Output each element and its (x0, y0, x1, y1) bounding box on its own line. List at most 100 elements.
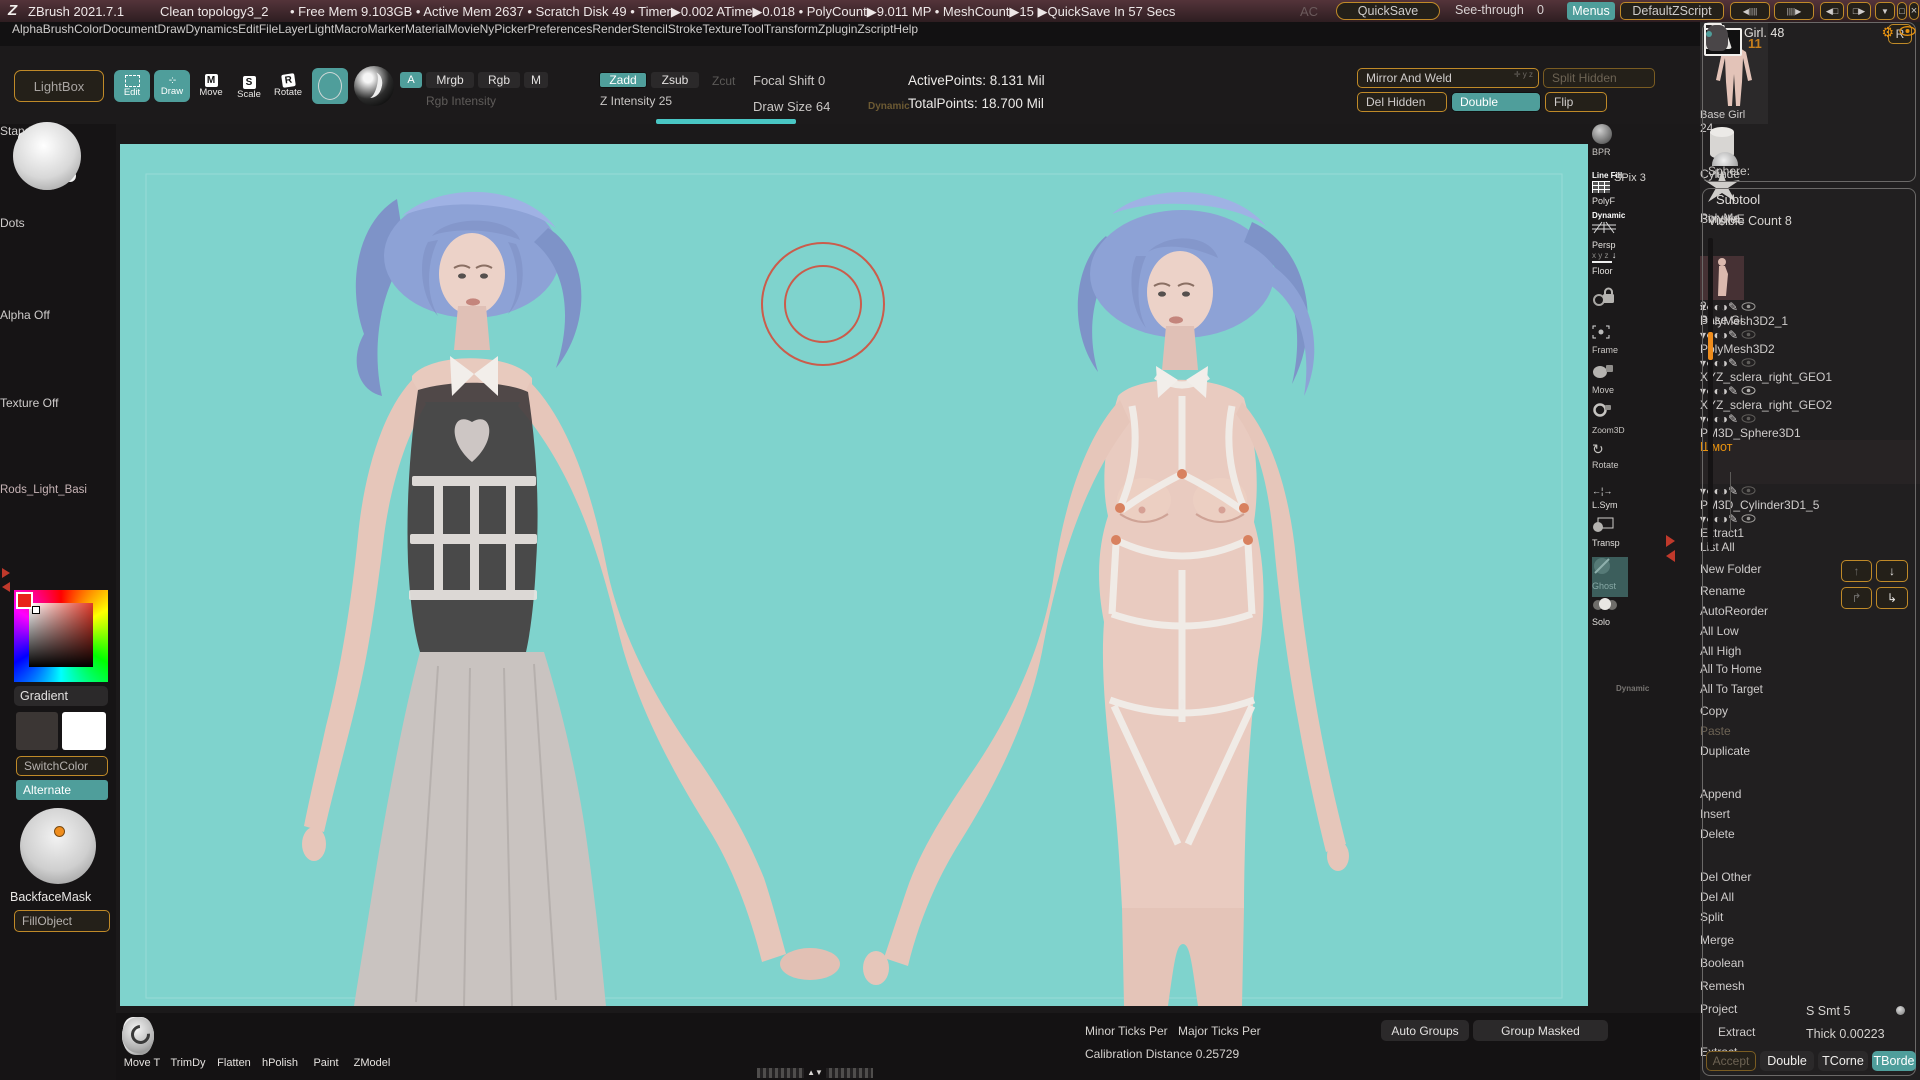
main-color-swatch[interactable] (16, 712, 58, 750)
camera-lock-button[interactable] (1592, 285, 1628, 325)
menu-ny[interactable]: Ny (480, 22, 495, 36)
focal-shift-slider[interactable] (748, 91, 948, 92)
z-intensity-slider[interactable] (594, 110, 720, 111)
solo-button[interactable]: Solo (1592, 597, 1628, 633)
material-thumbnail[interactable]: Rods_Light_Basi (0, 484, 94, 568)
zoom3d-button[interactable]: Zoom3D (1592, 403, 1628, 443)
menu-movie[interactable]: Movie (448, 22, 480, 36)
right-canvas-scrollbar-lower[interactable] (1668, 564, 1676, 614)
minor-ticks-slider[interactable] (1085, 1041, 1167, 1042)
mrgb-button[interactable]: Mrgb (426, 72, 474, 88)
lightbox-button[interactable]: LightBox (14, 70, 104, 102)
s-smt-dot-button[interactable] (1896, 1006, 1905, 1015)
restore-button[interactable]: □ (1897, 2, 1907, 20)
frame-button[interactable]: Frame (1592, 325, 1628, 363)
menu-light[interactable]: Light (308, 22, 334, 36)
menu-tool[interactable]: Tool (742, 22, 764, 36)
extract-double-button[interactable]: Double (1760, 1051, 1814, 1071)
menu-marker[interactable]: Marker (368, 22, 405, 36)
tcorner-button[interactable]: TCorne (1818, 1051, 1868, 1071)
visible-count-slider[interactable] (1706, 232, 1898, 234)
divider-left-icon[interactable]: ◀|||| (1730, 2, 1770, 20)
rotate-nav-button[interactable]: ↻ Rotate (1592, 443, 1628, 483)
major-ticks-slider[interactable] (1178, 1041, 1260, 1042)
rgb-intensity-slider[interactable] (420, 110, 550, 111)
menu-color[interactable]: Color (74, 22, 103, 36)
menu-document[interactable]: Document (103, 22, 158, 36)
menu-edit[interactable]: Edit (238, 22, 259, 36)
right-canvas-scrollbar[interactable] (1668, 485, 1676, 531)
move-up-hierarchy-button[interactable]: ↱ (1841, 587, 1872, 609)
del-hidden-button[interactable]: Del Hidden (1357, 92, 1447, 112)
move-into-folder-button[interactable]: ↳ (1876, 587, 1908, 609)
rgb-button[interactable]: Rgb (478, 72, 520, 88)
light-placement-sphere[interactable] (20, 808, 96, 884)
menu-help[interactable]: Help (893, 22, 918, 36)
group-masked-button[interactable]: Group Masked (1473, 1020, 1608, 1041)
menu-macro[interactable]: Macro (334, 22, 367, 36)
menu-draw[interactable]: Draw (157, 22, 185, 36)
calibration-slider[interactable] (1085, 1064, 1263, 1065)
move-nav-button[interactable]: Move (1592, 363, 1628, 403)
close-button[interactable]: × (1909, 2, 1919, 20)
spix-slider[interactable] (1616, 188, 1656, 189)
menu-zscript[interactable]: Zscript (857, 22, 893, 36)
switch-color-button[interactable]: SwitchColor (16, 756, 108, 776)
document-canvas[interactable] (120, 144, 1588, 1006)
ghost-button[interactable]: Ghost (1592, 557, 1628, 597)
fill-object-button[interactable]: FillObject (14, 910, 110, 932)
quicksave-button[interactable]: QuickSave (1336, 2, 1440, 20)
right-scroll-arrow-right[interactable] (1666, 535, 1675, 547)
menu-brush[interactable]: Brush (43, 22, 74, 36)
stroke-selector[interactable] (312, 68, 348, 104)
rotate-button[interactable]: R Rotate (270, 70, 306, 102)
folder-gear-icon[interactable]: ⚙ (1881, 24, 1894, 41)
menu-material[interactable]: Material (405, 22, 448, 36)
texture-thumbnail[interactable]: Texture Off (0, 396, 94, 484)
menu-zplugin[interactable]: Zplugin (818, 22, 857, 36)
split-hidden-button[interactable]: Split Hidden (1543, 68, 1655, 88)
divider-right-icon[interactable]: ||||▶ (1774, 2, 1814, 20)
local-symmetry-button[interactable]: ←¦→ L.Sym (1592, 483, 1628, 517)
menu-dynamics[interactable]: Dynamics (185, 22, 238, 36)
s-smt-slider[interactable] (1804, 1021, 1906, 1022)
menu-layer[interactable]: Layer (278, 22, 308, 36)
default-zscript-button[interactable]: DefaultZScript (1620, 2, 1724, 20)
material-selector[interactable] (354, 66, 394, 106)
transp-button[interactable]: Transp (1592, 517, 1628, 557)
menu-alpha[interactable]: Alpha (12, 22, 43, 36)
menu-stencil[interactable]: Stencil (632, 22, 668, 36)
thick-slider[interactable] (1804, 1043, 1906, 1044)
draw-button[interactable]: -:- Draw (154, 70, 190, 102)
scale-button[interactable]: S Scale (232, 72, 266, 104)
double-button[interactable]: Double (1451, 92, 1541, 112)
menu-render[interactable]: Render (592, 22, 631, 36)
see-through-slider[interactable] (1450, 20, 1562, 21)
left-scroll-arrow-right[interactable] (2, 568, 10, 578)
secondary-color-swatch[interactable] (62, 712, 106, 750)
subtool-up-button[interactable]: ↑ (1841, 560, 1872, 582)
tborder-button[interactable]: TBorde (1872, 1051, 1916, 1071)
left-scroll-arrow-left[interactable] (2, 582, 10, 592)
persp-button[interactable]: Dynamic Persp (1592, 207, 1628, 247)
flip-button[interactable]: Flip (1545, 92, 1607, 112)
edit-button[interactable]: Edit (114, 70, 150, 102)
minimize-button[interactable]: ▼ (1875, 2, 1895, 20)
panels-left-icon[interactable]: ◀□ (1820, 2, 1844, 20)
alpha-thumbnail[interactable]: Alpha Off (0, 308, 94, 396)
menu-stroke[interactable]: Stroke (668, 22, 703, 36)
mirror-and-weld-button[interactable]: Mirror And Weld ✛ y z (1357, 68, 1539, 88)
menu-transform[interactable]: Transform (764, 22, 818, 36)
light-dot-icon[interactable] (54, 826, 65, 837)
draw-size-slider[interactable] (748, 116, 948, 117)
a-button[interactable]: A (400, 72, 422, 88)
stroke-thumbnail[interactable]: Dots (0, 216, 94, 308)
floor-button[interactable]: x y z ↓ Floor (1592, 247, 1628, 285)
folder-visibility-eye-icon[interactable] (1899, 26, 1916, 36)
subtool-scroll-thumb[interactable] (1708, 332, 1713, 360)
tray-resize-handle[interactable]: ▲▼ (757, 1068, 873, 1078)
menu-preferences[interactable]: Preferences (528, 22, 593, 36)
menus-button[interactable]: Menus (1567, 2, 1615, 20)
color-picker[interactable] (14, 590, 108, 682)
m-button[interactable]: M (524, 72, 548, 88)
